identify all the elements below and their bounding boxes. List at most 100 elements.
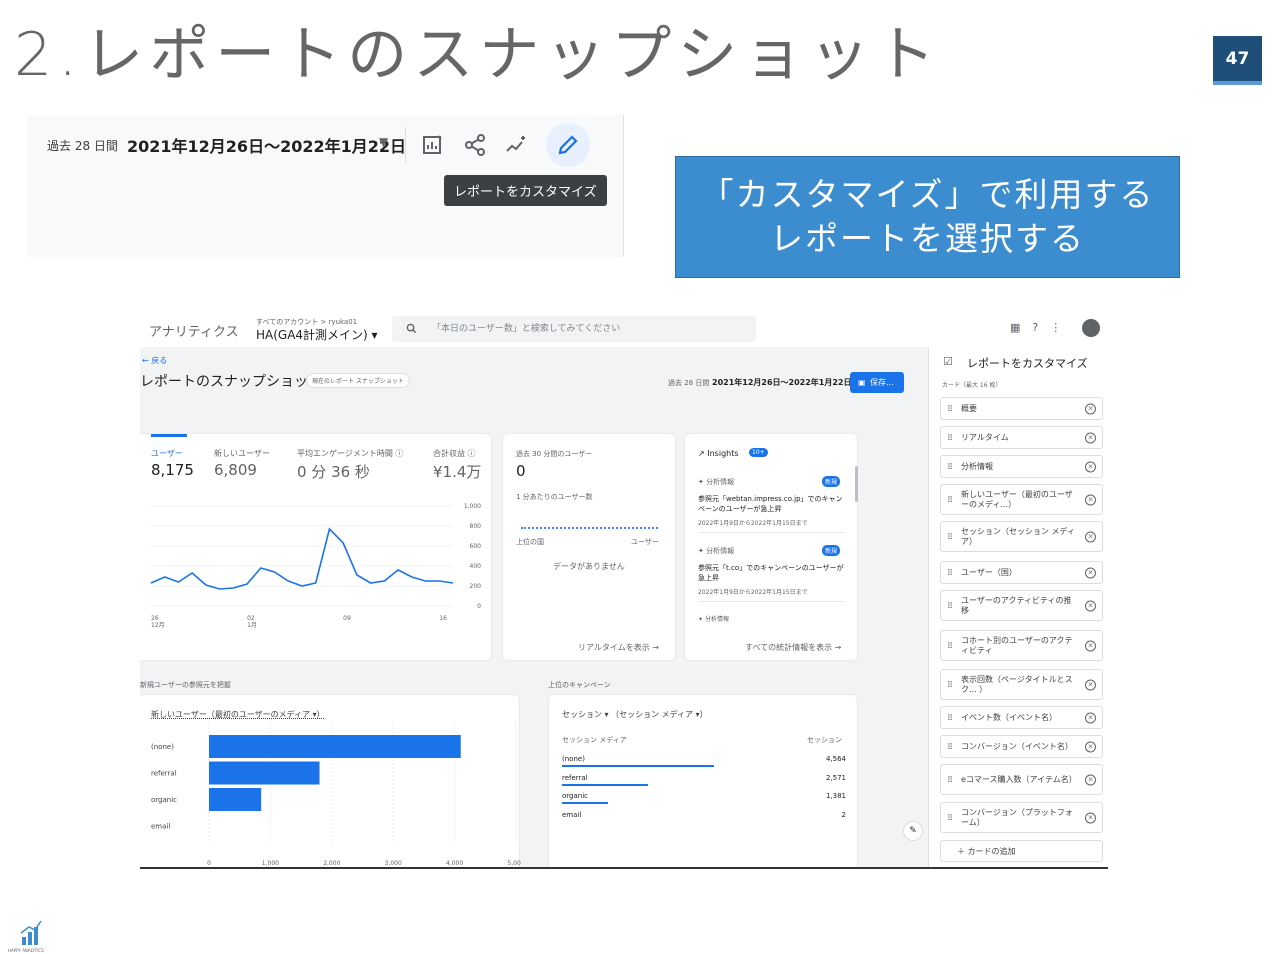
help-icon[interactable]: ? [1032, 321, 1038, 334]
metric-label[interactable]: 新しいユーザー [214, 448, 270, 459]
y-tick-label: 1,000 [464, 503, 481, 510]
metric-label[interactable]: ユーザー [151, 448, 183, 459]
row-bar [562, 802, 608, 804]
property-selector[interactable]: HA(GA4計測メイン) ▾ [256, 326, 378, 343]
sidebar-card-item[interactable]: ⠿ 表示回数（ページタイトルとスク... ） × [940, 669, 1103, 700]
drag-handle-icon[interactable]: ⠿ [947, 813, 953, 822]
drag-handle-icon[interactable]: ⠿ [947, 495, 953, 504]
drag-handle-icon[interactable]: ⠿ [947, 641, 953, 650]
sparkle-icon: ✦ [698, 547, 704, 555]
search-placeholder: 「本日のユーザー数」と検索してみてください [432, 324, 621, 334]
remove-icon[interactable]: × [1085, 567, 1096, 578]
sidebar-card-item[interactable]: ⠿ eコマース購入数（アイテム名） × [940, 764, 1103, 795]
sidebar-card-label: 分析情報 [961, 461, 993, 471]
realtime-sparkline [521, 527, 658, 529]
x-tick-label: 09 [343, 615, 351, 622]
drag-handle-icon[interactable]: ⠿ [947, 462, 953, 471]
drag-handle-icon[interactable]: ⠿ [947, 775, 953, 784]
remove-icon[interactable]: × [1085, 812, 1096, 823]
sidebar-card-item[interactable]: ⠿ リアルタイム × [940, 426, 1103, 449]
insight-type: ✦ 分析情報 [698, 478, 735, 486]
view-realtime-link[interactable]: リアルタイムを表示 → [578, 642, 659, 653]
metric-value: ¥1.4万 [433, 463, 482, 481]
insight-text[interactable]: 参照元「t.co」でのキャンペーンのユーザーが急上昇 [698, 563, 845, 583]
metric-value: 0 分 36 秒 [297, 463, 370, 481]
back-link[interactable]: ← 戻る [142, 355, 167, 366]
brand-name: アナリティクス [149, 325, 239, 340]
remove-icon[interactable]: × [1085, 640, 1096, 651]
remove-icon[interactable]: × [1085, 461, 1096, 472]
per-minute-label: 1 分あたりのユーザー数 [516, 493, 593, 501]
table-row[interactable]: (none) 4,564 [549, 753, 859, 771]
remove-icon[interactable]: × [1085, 712, 1096, 723]
edit-pencil-icon[interactable] [546, 123, 590, 167]
drag-handle-icon[interactable]: ⠿ [947, 601, 953, 610]
divider [405, 127, 406, 163]
drag-handle-icon[interactable]: ⠿ [947, 713, 953, 722]
users-line-chart: 1,000 800 600 400 200 0 26 12月 02 1月 09 16 [150, 503, 481, 629]
section-title: 上位のキャンペーン [548, 681, 611, 689]
avatar[interactable] [1082, 319, 1100, 337]
remove-icon[interactable]: × [1085, 679, 1096, 690]
remove-icon[interactable]: × [1085, 403, 1096, 414]
remove-icon[interactable]: × [1085, 774, 1096, 785]
metric-label[interactable]: 合計収益 ⓘ [433, 448, 476, 459]
apps-icon[interactable]: ▦ [1010, 321, 1020, 334]
date-dropdown-icon[interactable]: ▼ [379, 135, 388, 149]
sidebar-card-item[interactable]: ⠿ 分析情報 × [940, 455, 1103, 478]
insight-type: ✦ 分析情報 [698, 616, 729, 623]
search-input[interactable]: 「本日のユーザー数」と検索してみてください [392, 316, 756, 342]
drag-handle-icon[interactable]: ⠿ [947, 680, 953, 689]
metric-label[interactable]: 平均エンゲージメント時間 ⓘ [297, 448, 403, 459]
sidebar-card-item[interactable]: ⠿ コンバージョン（プラットフォーム） × [940, 802, 1103, 833]
sidebar-card-item[interactable]: ⠿ 新しいユーザー（最初のユーザーのメディ...） × [940, 484, 1103, 515]
sidebar-card-item[interactable]: ⠿ ユーザーのアクティビティの推移 × [940, 590, 1103, 621]
col-header: セッション [807, 736, 842, 744]
save-button[interactable]: ▣ 保存... [850, 372, 904, 393]
drag-handle-icon[interactable]: ⠿ [947, 404, 953, 413]
sidebar-card-item[interactable]: ⠿ イベント数（イベント名） × [940, 706, 1103, 729]
drag-handle-icon[interactable]: ⠿ [947, 433, 953, 442]
drag-handle-icon[interactable]: ⠿ [947, 532, 953, 541]
metric-value: 6,809 [214, 461, 257, 479]
remove-icon[interactable]: × [1085, 600, 1096, 611]
drag-handle-icon[interactable]: ⠿ [947, 742, 953, 751]
remove-icon[interactable]: × [1085, 531, 1096, 542]
save-icon: ▣ [858, 378, 866, 387]
dimension-selector[interactable]: 新しいユーザー（最初のユーザーのメディア ▾） [151, 709, 325, 720]
remove-icon[interactable]: × [1085, 432, 1096, 443]
customize-icon: ☑ [943, 355, 953, 368]
new-badge: 新規 [822, 545, 841, 556]
table-row[interactable]: organic 1,381 [549, 790, 859, 808]
sidebar-card-label: eコマース購入数（アイテム名） [961, 774, 1077, 784]
sidebar-card-label: 表示回数（ページタイトルとスク... ） [961, 674, 1073, 694]
y-tick-label: 0 [477, 603, 481, 610]
feedback-icon[interactable]: ✎ [903, 821, 923, 841]
sidebar-card-item[interactable]: ⠿ コンバージョン（イベント名） × [940, 735, 1103, 758]
x-tick-label: 3,000 [385, 860, 402, 867]
remove-icon[interactable]: × [1085, 494, 1096, 505]
insights-icon[interactable] [500, 129, 532, 161]
sidebar-card-item[interactable]: ⠿ セッション（セッション メディア） × [940, 521, 1103, 552]
dimension-selector[interactable]: セッション ▾ （セッション メディア ▾） [562, 709, 708, 720]
sidebar-card-item[interactable]: ⠿ 概要 × [940, 397, 1103, 420]
more-icon[interactable]: ⋮ [1050, 321, 1061, 334]
date-range[interactable]: 2021年12月26日～2022年1月22日 [127, 133, 406, 157]
share-icon[interactable] [459, 129, 491, 161]
drag-handle-icon[interactable]: ⠿ [947, 568, 953, 577]
sidebar-card-label: ユーザー（国） [961, 567, 1017, 577]
sidebar-card-item[interactable]: ⠿ コホート別のユーザーのアクティビティ × [940, 630, 1103, 661]
sidebar-card-item[interactable]: ⠿ ユーザー（国） × [940, 561, 1103, 584]
date-range[interactable]: 2021年12月26日～2022年1月22日 [712, 377, 852, 388]
insight-text[interactable]: 参照元「webtan.impress.co.jp」でのキャンペーンのユーザーが急… [698, 494, 845, 514]
table-row[interactable]: referral 2,571 [549, 772, 859, 790]
scrollbar[interactable] [855, 466, 858, 502]
table-row[interactable]: email 2 [549, 809, 859, 827]
compare-icon[interactable] [417, 129, 449, 161]
col-country: 上位の国 [516, 538, 544, 546]
view-all-insights-link[interactable]: すべての統計情報を表示 → [745, 642, 841, 653]
add-card-button[interactable]: ＋ カードの追加 [940, 840, 1103, 862]
remove-icon[interactable]: × [1085, 741, 1096, 752]
header-screenshot: 過去 28 日間 2021年12月26日～2022年1月22日 ▼ レポートをカ… [27, 115, 624, 257]
insight-date: 2022年1月9日から2022年1月15日まで [698, 589, 808, 596]
